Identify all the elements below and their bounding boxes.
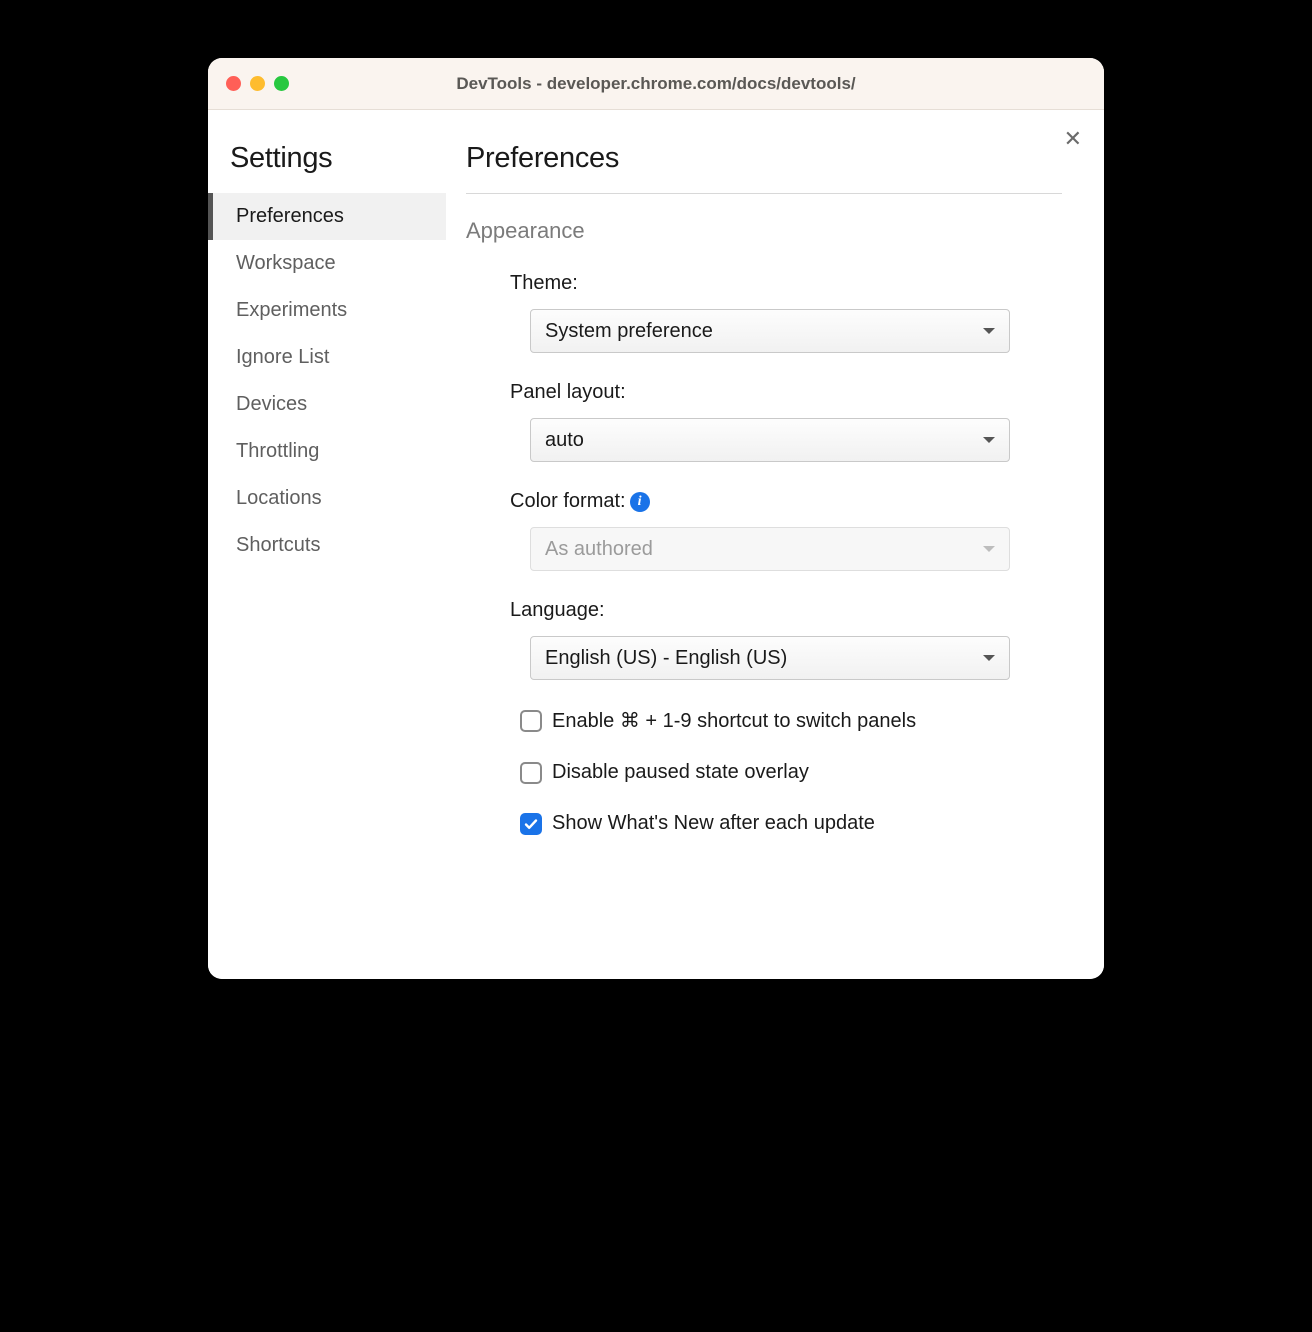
settings-body: ✕ Settings PreferencesWorkspaceExperimen… <box>208 110 1104 979</box>
checkbox-label: Disable paused state overlay <box>552 761 809 784</box>
chevron-down-icon <box>983 328 995 334</box>
close-icon[interactable]: ✕ <box>1064 128 1082 150</box>
theme-label: Theme: <box>510 272 578 295</box>
section-appearance: Appearance <box>466 218 1062 244</box>
panel-layout-value: auto <box>545 429 584 452</box>
sidebar-item-ignore-list[interactable]: Ignore List <box>208 334 446 381</box>
window-close-button[interactable] <box>226 76 241 91</box>
sidebar-item-throttling[interactable]: Throttling <box>208 428 446 475</box>
checkbox[interactable] <box>520 762 542 784</box>
chevron-down-icon <box>983 546 995 552</box>
chevron-down-icon <box>983 437 995 443</box>
checkbox-row: Enable ⌘ + 1-9 shortcut to switch panels <box>466 708 1062 733</box>
language-label: Language: <box>510 599 605 622</box>
sidebar-item-preferences[interactable]: Preferences <box>208 193 446 240</box>
page-title: Preferences <box>466 142 1062 194</box>
sidebar-item-shortcuts[interactable]: Shortcuts <box>208 522 446 569</box>
language-value: English (US) - English (US) <box>545 647 787 670</box>
field-theme: Theme: System preference <box>466 272 1062 353</box>
color-format-label: Color format: i <box>510 490 650 513</box>
checkbox-group: Enable ⌘ + 1-9 shortcut to switch panels… <box>466 708 1062 835</box>
color-format-select: As authored <box>530 527 1010 571</box>
chevron-down-icon <box>983 655 995 661</box>
theme-select[interactable]: System preference <box>530 309 1010 353</box>
language-select[interactable]: English (US) - English (US) <box>530 636 1010 680</box>
info-icon[interactable]: i <box>630 492 650 512</box>
color-format-value: As authored <box>545 538 653 561</box>
window-minimize-button[interactable] <box>250 76 265 91</box>
panel-layout-select[interactable]: auto <box>530 418 1010 462</box>
sidebar-items: PreferencesWorkspaceExperimentsIgnore Li… <box>208 193 446 569</box>
panel-layout-label: Panel layout: <box>510 381 626 404</box>
devtools-settings-window: DevTools - developer.chrome.com/docs/dev… <box>208 58 1104 979</box>
sidebar-item-devices[interactable]: Devices <box>208 381 446 428</box>
traffic-lights <box>226 76 289 91</box>
sidebar-title: Settings <box>208 142 446 193</box>
sidebar-item-workspace[interactable]: Workspace <box>208 240 446 287</box>
window-zoom-button[interactable] <box>274 76 289 91</box>
field-language: Language: English (US) - English (US) <box>466 599 1062 680</box>
checkbox-label: Enable ⌘ + 1-9 shortcut to switch panels <box>552 708 916 733</box>
window-title: DevTools - developer.chrome.com/docs/dev… <box>208 74 1104 94</box>
field-color-format: Color format: i As authored <box>466 490 1062 571</box>
titlebar: DevTools - developer.chrome.com/docs/dev… <box>208 58 1104 110</box>
checkbox-row: Show What's New after each update <box>466 812 1062 835</box>
main-panel: Preferences Appearance Theme: System pre… <box>446 110 1104 979</box>
checkbox[interactable] <box>520 710 542 732</box>
field-panel-layout: Panel layout: auto <box>466 381 1062 462</box>
sidebar: Settings PreferencesWorkspaceExperiments… <box>208 110 446 979</box>
checkbox-row: Disable paused state overlay <box>466 761 1062 784</box>
checkbox[interactable] <box>520 813 542 835</box>
theme-value: System preference <box>545 320 713 343</box>
sidebar-item-locations[interactable]: Locations <box>208 475 446 522</box>
sidebar-item-experiments[interactable]: Experiments <box>208 287 446 334</box>
checkbox-label: Show What's New after each update <box>552 812 875 835</box>
